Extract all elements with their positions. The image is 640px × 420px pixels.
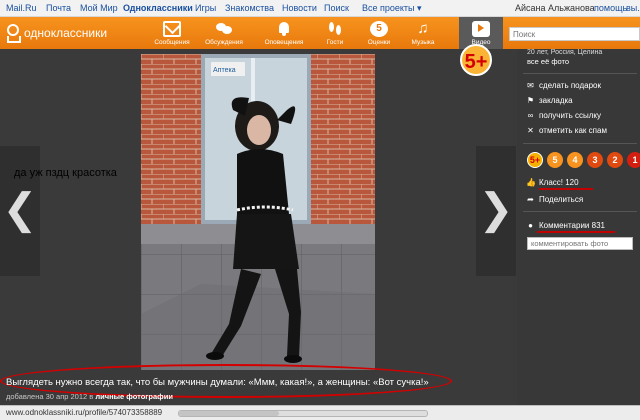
divider	[523, 73, 637, 74]
browser-status-bar: www.odnoklassniki.ru/profile/57407335888…	[0, 405, 640, 420]
site-logo-text: одноклассники	[24, 26, 108, 40]
logout-link[interactable]: вы...	[626, 3, 640, 13]
photo-image: Аптека	[141, 54, 375, 370]
gift-icon: ✉	[527, 80, 534, 90]
photo-viewer: ❮ ❯ Аптека да уж пздц красотка Выглядеть…	[0, 49, 517, 420]
video-play-icon	[472, 21, 490, 37]
comment-input[interactable]	[527, 237, 633, 250]
photo-side-panel: 20 лет, Россия, Целина все её фото ✉ сде…	[517, 49, 640, 420]
nav-ratings[interactable]: 5 Оценки	[357, 17, 401, 49]
rate-2-button[interactable]: 2	[607, 152, 623, 168]
make-gift-label: сделать подарок	[539, 80, 601, 90]
footprints-icon	[326, 21, 344, 37]
album-link[interactable]: личные фотографии	[95, 392, 173, 401]
nav-discussions-label: Обсуждения	[205, 39, 243, 46]
mark-spam-action[interactable]: ✕ отметить как спам	[526, 124, 607, 136]
divider	[523, 143, 637, 144]
bell-icon	[275, 21, 293, 37]
help-link[interactable]: помощь	[594, 3, 627, 13]
bookmark-icon: ⚑	[526, 95, 535, 105]
portal-link-all-projects[interactable]: Все проекты ▾	[362, 3, 422, 14]
site-logo[interactable]: одноклассники	[4, 22, 107, 44]
nav-notifications[interactable]: Оповещения	[262, 17, 306, 49]
make-gift-action[interactable]: ✉ сделать подарок	[526, 79, 601, 91]
rate-1-button[interactable]: 1	[627, 152, 640, 168]
nav-ratings-label: Оценки	[367, 39, 391, 46]
comments-header[interactable]: ● Комментарии 831	[526, 219, 605, 231]
red-underline	[539, 188, 593, 190]
portal-bar: Mail.Ru Почта Мой Мир Одноклассники Игры…	[0, 0, 640, 17]
comment-bubble-icon: ●	[528, 220, 533, 230]
portal-link-games[interactable]: Игры	[195, 3, 216, 13]
overlay-caption: да уж пздц красотка	[14, 167, 117, 179]
photo-added-date: добавлена 30 апр 2012 в	[6, 392, 94, 401]
portal-link-mail[interactable]: Почта	[46, 3, 71, 13]
get-link-label: получить ссылку	[539, 110, 601, 120]
nav-notifications-label: Оповещения	[264, 39, 304, 46]
nav-guests-label: Гости	[326, 39, 344, 46]
next-photo-button[interactable]: ❯	[476, 146, 516, 276]
share-label: Поделиться	[539, 194, 584, 204]
portal-link-mailru[interactable]: Mail.Ru	[6, 3, 37, 13]
like-label: Класс!	[539, 177, 563, 187]
current-user-name[interactable]: Айсана Альжанова	[515, 3, 595, 13]
spam-flag-icon: ✕	[527, 125, 534, 135]
like-action[interactable]: 👍 Класс! 120	[526, 176, 579, 188]
all-photos-link[interactable]: все её фото	[527, 57, 569, 66]
envelope-icon	[163, 21, 181, 37]
pharmacy-sign-text: Аптека	[213, 67, 236, 74]
five-plus-icon: 5	[370, 21, 388, 37]
nav-music[interactable]: ♫ Музыка	[401, 17, 445, 49]
share-icon: ➦	[527, 194, 534, 204]
comments-label: Комментарии	[539, 220, 590, 230]
link-icon: ∞	[527, 110, 534, 120]
rate-3-button[interactable]: 3	[587, 152, 603, 168]
rate-5plus-button[interactable]: 5+	[527, 152, 543, 168]
prev-photo-button[interactable]: ❮	[0, 146, 40, 276]
horizontal-scrollbar[interactable]	[178, 410, 428, 417]
mark-spam-label: отметить как спам	[539, 125, 607, 135]
portal-link-search[interactable]: Поиск	[324, 3, 349, 13]
portal-link-odnoklassniki[interactable]: Одноклассники	[123, 3, 193, 13]
photo-description: Выглядеть нужно всегда так, что бы мужчи…	[6, 377, 429, 388]
rate-5-button[interactable]: 5	[547, 152, 563, 168]
comments-count: 831	[591, 220, 605, 230]
nav-discussions[interactable]: Обсуждения	[202, 17, 246, 49]
music-note-icon: ♫	[417, 20, 429, 37]
portal-link-news[interactable]: Новости	[282, 3, 317, 13]
photo-added-info: добавлена 30 апр 2012 в личные фотографи…	[6, 392, 173, 401]
nav-messages-label: Сообщения	[154, 39, 190, 46]
chat-bubbles-icon	[215, 21, 233, 37]
nav-guests[interactable]: Гости	[313, 17, 357, 49]
status-url: www.odnoklassniki.ru/profile/57407335888…	[6, 408, 163, 417]
search-input[interactable]	[509, 27, 640, 41]
get-link-action[interactable]: ∞ получить ссылку	[526, 109, 601, 121]
odnoklassniki-logo-icon	[4, 23, 20, 43]
red-underline	[537, 231, 615, 233]
scrollbar-thumb[interactable]	[179, 411, 279, 416]
portal-link-dating[interactable]: Знакомства	[225, 3, 274, 13]
rate-4-button[interactable]: 4	[567, 152, 583, 168]
photo[interactable]: Аптека	[141, 54, 375, 370]
thumbs-up-icon: 👍	[526, 177, 536, 187]
bookmark-label: закладка	[539, 95, 573, 105]
bookmark-action[interactable]: ⚑ закладка	[526, 94, 573, 106]
share-action[interactable]: ➦ Поделиться	[526, 193, 583, 205]
rating-5plus-badge: 5+	[460, 44, 492, 76]
like-count: 120	[565, 177, 579, 187]
owner-meta: 20 лет, Россия, Целина	[527, 49, 603, 56]
divider	[523, 211, 637, 212]
nav-messages[interactable]: Сообщения	[150, 17, 194, 49]
portal-link-my-world[interactable]: Мой Мир	[80, 3, 118, 13]
nav-music-label: Музыка	[411, 39, 435, 46]
